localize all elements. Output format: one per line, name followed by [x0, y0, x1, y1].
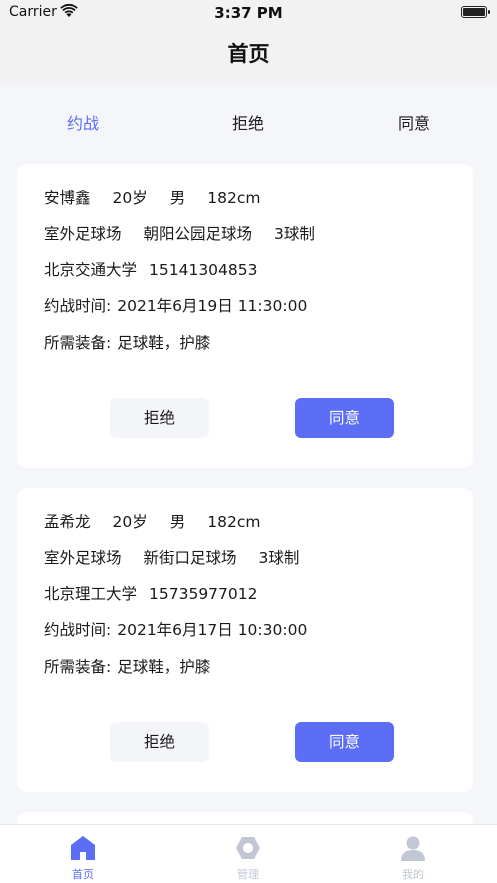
contact-row: 北京交通大学 15141304853 [44, 258, 258, 282]
tabbar-item-profile[interactable]: 我的 [358, 825, 468, 883]
agree-button[interactable]: 同意 [295, 398, 394, 438]
player-height: 182cm [207, 189, 261, 207]
status-time: 3:37 PM [214, 4, 283, 22]
phone-number: 15141304853 [149, 261, 258, 279]
reject-button[interactable]: 拒绝 [110, 398, 209, 438]
match-time-row: 约战时间: 2021年6月19日 11:30:00 [44, 294, 307, 318]
match-format: 3球制 [274, 225, 315, 243]
home-icon [71, 836, 95, 860]
page-title: 首页 [227, 42, 270, 66]
school-name: 北京理工大学 [44, 585, 138, 603]
agree-button[interactable]: 同意 [295, 722, 394, 762]
player-name: 安博鑫 [44, 189, 91, 207]
status-bar: Carrier 3:37 PM [0, 0, 497, 26]
gear-row: 所需装备: 足球鞋，护膝 [44, 331, 210, 355]
field-type: 室外足球场 [44, 549, 122, 567]
venue-row: 室外足球场 朝阳公园足球场 3球制 [44, 222, 315, 246]
school-name: 北京交通大学 [44, 261, 138, 279]
tab-accepted[interactable]: 同意 [354, 104, 474, 144]
battery-icon [461, 6, 490, 18]
match-time-label: 约战时间: [44, 297, 112, 315]
tabbar-label: 我的 [402, 868, 424, 881]
challenge-card: 孟希龙 20岁 男 182cm 室外足球场 新街口足球场 3球制 北京理工大学 157359… [17, 488, 473, 792]
match-time-row: 约战时间: 2021年6月17日 10:30:00 [44, 618, 307, 642]
player-age: 20岁 [112, 189, 148, 207]
manage-icon [236, 837, 260, 859]
player-info-row: 孟希龙 20岁 男 182cm [44, 510, 260, 534]
match-time-value: 2021年6月19日 11:30:00 [117, 297, 308, 315]
contact-row: 北京理工大学 15735977012 [44, 582, 258, 606]
challenge-card: 安博鑫 20岁 男 182cm 室外足球场 朝阳公园足球场 3球制 北京交通大学 15141… [17, 164, 473, 468]
player-height: 182cm [207, 513, 261, 531]
tabbar-item-home[interactable]: 首页 [28, 825, 138, 883]
gear-value: 足球鞋，护膝 [117, 334, 211, 352]
venue-name: 朝阳公园足球场 [143, 225, 253, 243]
gear-row: 所需装备: 足球鞋，护膝 [44, 655, 210, 679]
player-gender: 男 [169, 513, 186, 531]
match-time-value: 2021年6月17日 10:30:00 [117, 621, 308, 639]
phone-number: 15735977012 [149, 585, 258, 603]
filter-tabs: 约战 拒绝 同意 [0, 104, 497, 144]
reject-button[interactable]: 拒绝 [110, 722, 209, 762]
tabbar-item-manage[interactable]: 管理 [193, 825, 303, 883]
venue-name: 新街口足球场 [143, 549, 237, 567]
player-name: 孟希龙 [44, 513, 91, 531]
tab-challenge[interactable]: 约战 [23, 104, 143, 144]
tab-rejected[interactable]: 拒绝 [188, 104, 308, 144]
gear-label: 所需装备: [44, 658, 112, 676]
venue-row: 室外足球场 新街口足球场 3球制 [44, 546, 299, 570]
tabbar-label: 首页 [72, 868, 94, 881]
match-format: 3球制 [258, 549, 300, 567]
player-info-row: 安博鑫 20岁 男 182cm [44, 186, 260, 210]
match-time-label: 约战时间: [44, 621, 112, 639]
player-gender: 男 [169, 189, 186, 207]
player-age: 20岁 [112, 513, 148, 531]
nav-bar: 首页 [0, 26, 497, 84]
field-type: 室外足球场 [44, 225, 122, 243]
bottom-tab-bar: 首页 管理 我的 [0, 824, 497, 883]
tabbar-label: 管理 [237, 868, 259, 881]
gear-label: 所需装备: [44, 334, 112, 352]
gear-value: 足球鞋，护膝 [117, 658, 211, 676]
profile-icon [401, 836, 425, 861]
